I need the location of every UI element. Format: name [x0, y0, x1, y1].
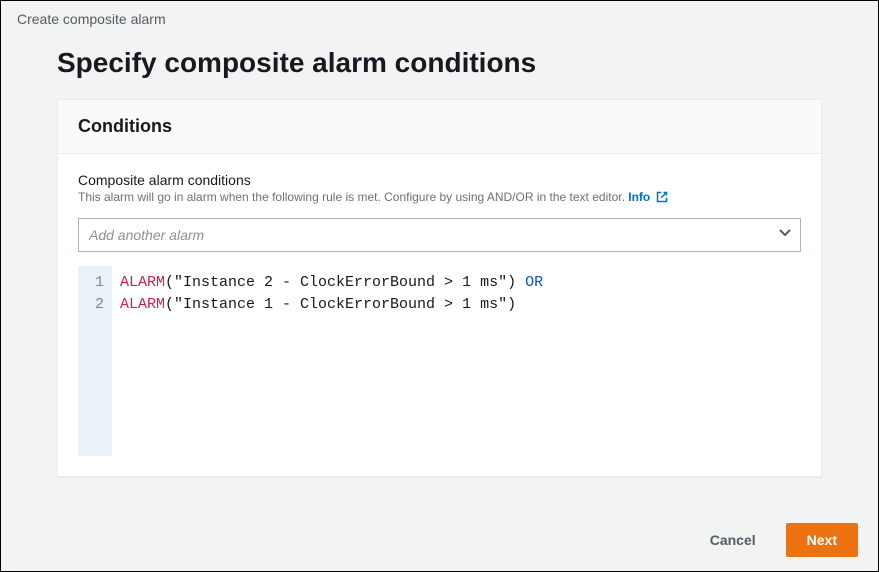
rule-editor[interactable]: 1 2 ALARM("Instance 2 - ClockErrorBound …: [78, 266, 801, 456]
line-number: 1: [88, 272, 104, 294]
field-label: Composite alarm conditions: [78, 172, 801, 188]
field-description: This alarm will go in alarm when the fol…: [78, 190, 801, 206]
cancel-button[interactable]: Cancel: [690, 524, 776, 556]
field-desc-text: This alarm will go in alarm when the fol…: [78, 190, 625, 204]
info-link-label: Info: [628, 190, 650, 204]
next-button[interactable]: Next: [786, 523, 858, 557]
breadcrumb: Create composite alarm: [1, 1, 878, 27]
panel-body: Composite alarm conditions This alarm wi…: [58, 154, 821, 476]
code-line: ALARM("Instance 2 - ClockErrorBound > 1 …: [120, 272, 793, 294]
info-link[interactable]: Info: [628, 190, 667, 204]
token-keyword: ALARM: [120, 296, 165, 313]
token-operator: OR: [516, 274, 543, 291]
token-keyword: ALARM: [120, 274, 165, 291]
add-alarm-select[interactable]: Add another alarm: [78, 218, 801, 252]
page-title: Specify composite alarm conditions: [1, 27, 878, 99]
alarm-select-row: Add another alarm: [78, 218, 801, 252]
panel-header: Conditions: [58, 100, 821, 154]
code-line: ALARM("Instance 1 - ClockErrorBound > 1 …: [120, 294, 793, 316]
token-string: ("Instance 1 - ClockErrorBound > 1 ms"): [165, 296, 516, 313]
conditions-panel: Conditions Composite alarm conditions Th…: [57, 99, 822, 477]
wizard-footer: Cancel Next: [690, 523, 858, 557]
editor-content[interactable]: ALARM("Instance 2 - ClockErrorBound > 1 …: [112, 266, 801, 456]
token-string: ("Instance 2 - ClockErrorBound > 1 ms"): [165, 274, 516, 291]
external-link-icon: [656, 191, 668, 206]
editor-gutter: 1 2: [78, 266, 112, 456]
line-number: 2: [88, 294, 104, 316]
